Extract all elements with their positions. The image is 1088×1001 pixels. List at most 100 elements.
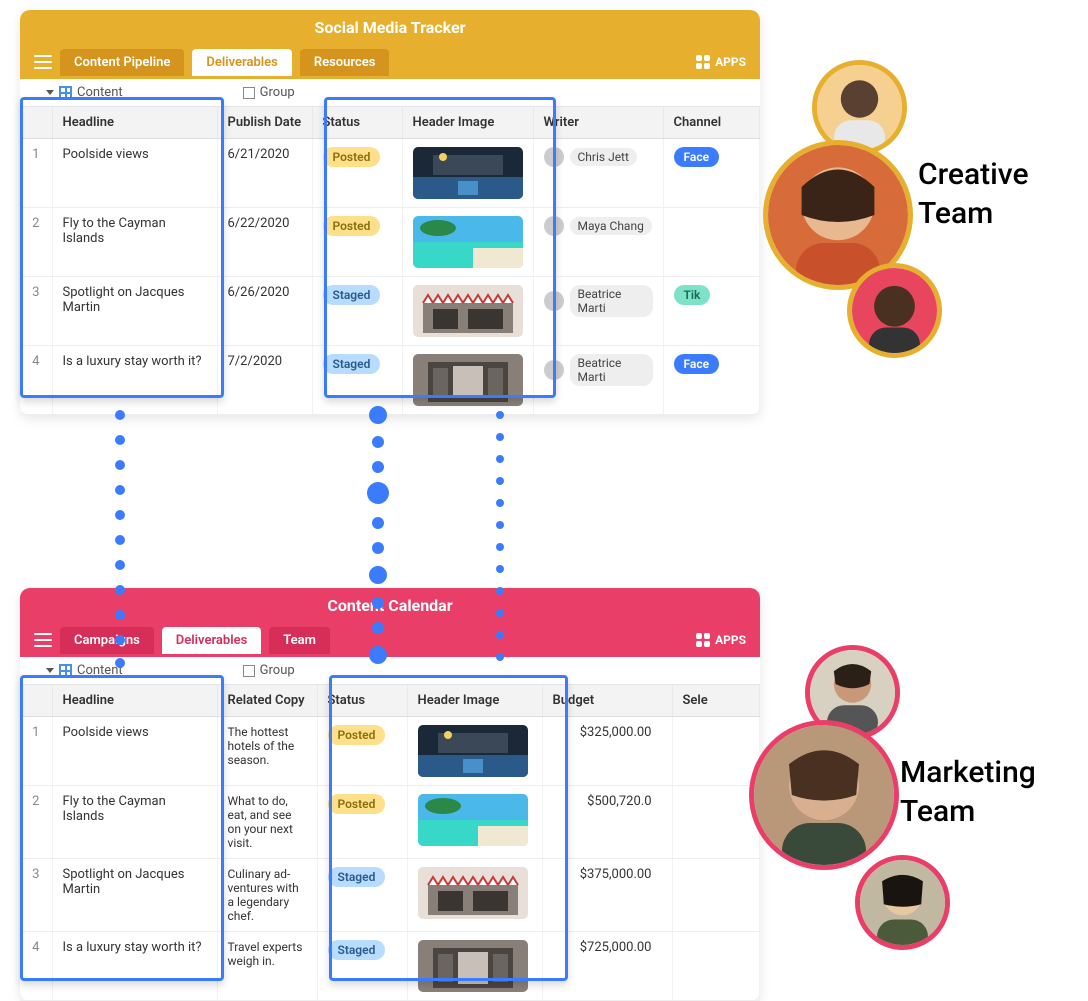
row-num: 1 — [20, 139, 52, 208]
menu-icon[interactable] — [34, 633, 52, 647]
cell-headline[interactable]: Fly to the Cayman Islands — [52, 786, 217, 859]
cell-sele[interactable] — [672, 717, 760, 786]
col-publish-date[interactable]: Publish Date — [217, 107, 312, 139]
cell-sele[interactable] — [672, 786, 760, 859]
cell-channel[interactable]: Tik — [663, 277, 760, 346]
col-status[interactable]: Status — [317, 685, 407, 717]
table-row[interactable]: 4Is a luxury stay worth it?Travel expert… — [20, 932, 760, 1001]
cell-writer[interactable]: Maya Chang — [533, 208, 663, 277]
cell-status[interactable]: Posted — [312, 139, 402, 208]
cell-image[interactable] — [407, 859, 542, 932]
col-channel[interactable]: Channel — [663, 107, 760, 139]
cell-channel[interactable] — [663, 208, 760, 277]
content-calendar-panel: Content Calendar Campaigns Deliverables … — [20, 588, 760, 1001]
cell-budget[interactable]: $325,000.00 — [542, 717, 672, 786]
cell-budget[interactable]: $725,000.00 — [542, 932, 672, 1001]
table-row[interactable]: 1Poolside viewsThe hottest hotels of the… — [20, 717, 760, 786]
cell-writer[interactable]: Chris Jett — [533, 139, 663, 208]
status-badge: Staged — [328, 867, 386, 887]
cell-writer[interactable]: Beatrice Marti — [533, 277, 663, 346]
cell-sele[interactable] — [672, 859, 760, 932]
tab-deliverables[interactable]: Deliverables — [192, 49, 291, 76]
cell-status[interactable]: Posted — [312, 208, 402, 277]
view-bar: Content Group — [20, 657, 760, 685]
apps-button[interactable]: APPS — [696, 55, 746, 69]
cell-status[interactable]: Staged — [312, 346, 402, 415]
apps-icon — [696, 633, 710, 647]
avatar-icon — [544, 360, 564, 380]
table-row[interactable]: 2Fly to the Cayman IslandsWhat to do, ea… — [20, 786, 760, 859]
cell-budget[interactable]: $375,000.00 — [542, 859, 672, 932]
cell-channel[interactable]: Face — [663, 139, 760, 208]
cell-copy[interactable]: The hottest hotels of the season. — [217, 717, 317, 786]
view-group[interactable]: Group — [243, 663, 295, 678]
cell-status[interactable]: Posted — [317, 717, 407, 786]
group-icon — [243, 87, 255, 99]
tab-content-pipeline[interactable]: Content Pipeline — [60, 49, 184, 76]
cell-image[interactable] — [402, 208, 533, 277]
cell-budget[interactable]: $500,720.0 — [542, 786, 672, 859]
view-content[interactable]: Content — [46, 85, 123, 100]
col-status[interactable]: Status — [312, 107, 402, 139]
menu-icon[interactable] — [34, 55, 52, 69]
col-budget[interactable]: Budget — [542, 685, 672, 717]
apps-button[interactable]: APPS — [696, 633, 746, 647]
tab-resources[interactable]: Resources — [300, 49, 390, 76]
cell-image[interactable] — [407, 717, 542, 786]
avatar-marketing-2 — [855, 855, 950, 950]
cell-copy[interactable]: Culinary ad-ventures with a legendary ch… — [217, 859, 317, 932]
view-group[interactable]: Group — [243, 85, 295, 100]
table-row[interactable]: 3Spotlight on Jacques Martin6/26/2020Sta… — [20, 277, 760, 346]
avatar-icon — [544, 216, 564, 236]
tab-team[interactable]: Team — [269, 627, 330, 654]
cell-status[interactable]: Staged — [317, 859, 407, 932]
cell-date[interactable]: 6/21/2020 — [217, 139, 312, 208]
cell-image[interactable] — [402, 346, 533, 415]
cell-headline[interactable]: Is a luxury stay worth it? — [52, 932, 217, 1001]
cell-status[interactable]: Staged — [312, 277, 402, 346]
marketing-team-label: Marketing Team — [900, 753, 1036, 831]
col-sele[interactable]: Sele — [672, 685, 760, 717]
cell-headline[interactable]: Poolside views — [52, 717, 217, 786]
cell-headline[interactable]: Spotlight on Jacques Martin — [52, 277, 217, 346]
cell-headline[interactable]: Spotlight on Jacques Martin — [52, 859, 217, 932]
col-num[interactable] — [20, 107, 52, 139]
cell-copy[interactable]: What to do, eat, and see on your next vi… — [217, 786, 317, 859]
col-writer[interactable]: Writer — [533, 107, 663, 139]
cell-status[interactable]: Posted — [317, 786, 407, 859]
cell-image[interactable] — [407, 932, 542, 1001]
table-row[interactable]: 3Spotlight on Jacques MartinCulinary ad-… — [20, 859, 760, 932]
cell-copy[interactable]: Travel experts weigh in. — [217, 932, 317, 1001]
cell-sele[interactable] — [672, 932, 760, 1001]
cell-date[interactable]: 7/2/2020 — [217, 346, 312, 415]
cell-channel[interactable]: Face — [663, 346, 760, 415]
col-headline[interactable]: Headline — [52, 685, 217, 717]
table-row[interactable]: 1Poolside views6/21/2020Posted Chris Jett… — [20, 139, 760, 208]
cell-writer[interactable]: Beatrice Marti — [533, 346, 663, 415]
social-media-tracker-panel: Social Media Tracker Content Pipeline De… — [20, 10, 760, 415]
col-related-copy[interactable]: Related Copy — [217, 685, 317, 717]
cell-image[interactable] — [402, 139, 533, 208]
view-label: Content — [77, 663, 123, 678]
cell-headline[interactable]: Fly to the Cayman Islands — [52, 208, 217, 277]
table-row[interactable]: 4Is a luxury stay worth it?7/2/2020Stage… — [20, 346, 760, 415]
writer-name: Beatrice Marti — [570, 354, 653, 386]
tab-campaigns[interactable]: Campaigns — [60, 627, 154, 654]
cell-headline[interactable]: Poolside views — [52, 139, 217, 208]
col-num[interactable] — [20, 685, 52, 717]
cell-date[interactable]: 6/26/2020 — [217, 277, 312, 346]
view-content[interactable]: Content — [46, 663, 123, 678]
cell-date[interactable]: 6/22/2020 — [217, 208, 312, 277]
cell-headline[interactable]: Is a luxury stay worth it? — [52, 346, 217, 415]
table-row[interactable]: 2Fly to the Cayman Islands6/22/2020Poste… — [20, 208, 760, 277]
cell-status[interactable]: Staged — [317, 932, 407, 1001]
cell-image[interactable] — [402, 277, 533, 346]
status-badge: Staged — [328, 940, 386, 960]
cell-image[interactable] — [407, 786, 542, 859]
group-icon — [243, 665, 255, 677]
col-header-image[interactable]: Header Image — [407, 685, 542, 717]
writer-name: Beatrice Marti — [570, 285, 653, 317]
col-headline[interactable]: Headline — [52, 107, 217, 139]
tab-deliverables[interactable]: Deliverables — [162, 627, 261, 654]
col-header-image[interactable]: Header Image — [402, 107, 533, 139]
